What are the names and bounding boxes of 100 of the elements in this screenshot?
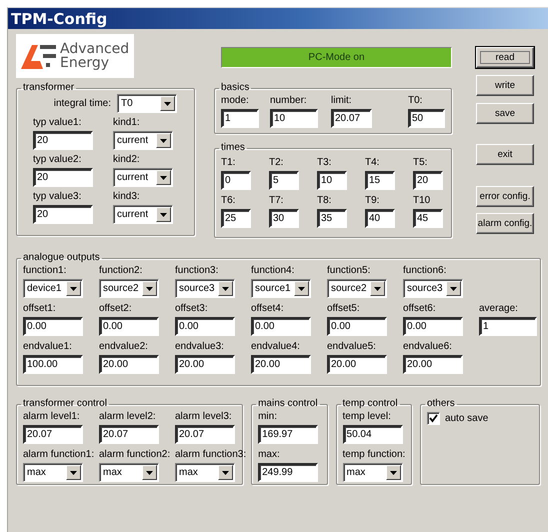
input-field[interactable]: 20: [33, 131, 93, 150]
field-label: integral time:: [54, 97, 111, 110]
input-field[interactable]: 0.00: [175, 317, 235, 336]
input-field[interactable]: 15: [365, 171, 395, 190]
dropdown[interactable]: source2: [327, 279, 387, 298]
input-field[interactable]: 20: [33, 168, 93, 187]
input-field[interactable]: 20.07: [331, 109, 372, 128]
field-label: min:: [258, 410, 278, 423]
field-label: typ value1:: [33, 116, 82, 129]
input-field[interactable]: 169.97: [258, 425, 318, 444]
input-field[interactable]: 1: [479, 317, 537, 336]
field-label: T7:: [269, 194, 284, 207]
input-field[interactable]: 0.00: [403, 317, 463, 336]
caret-icon: [222, 286, 229, 290]
status-indicator: PC-Mode on: [221, 47, 452, 68]
window-title: TPM-Config: [11, 10, 108, 28]
dropdown[interactable]: T0: [117, 94, 177, 113]
input-field[interactable]: 40: [365, 209, 395, 228]
input-field[interactable]: 20.07: [99, 425, 159, 444]
group-title: temp control: [342, 398, 399, 410]
dropdown[interactable]: max: [342, 463, 403, 482]
input-field[interactable]: 20.00: [175, 355, 235, 374]
push-button[interactable]: alarm config.: [476, 213, 534, 234]
dropdown[interactable]: current: [113, 168, 173, 187]
push-button[interactable]: save: [476, 103, 534, 124]
field-label: alarm level3:: [175, 410, 233, 423]
field-label: endvalue5:: [327, 340, 377, 353]
dropdown[interactable]: max: [99, 463, 159, 482]
input-field[interactable]: 30: [269, 209, 299, 228]
field-label: number:: [270, 94, 308, 107]
field-label: alarm level2:: [99, 410, 157, 423]
group-title: basics: [220, 82, 250, 94]
group-title: transformer: [22, 82, 76, 94]
input-field[interactable]: 0.00: [327, 317, 387, 336]
caret-icon: [160, 138, 167, 142]
group-title: mains control: [257, 398, 319, 410]
field-label: function3:: [175, 264, 220, 277]
field-label: average:: [479, 302, 519, 315]
checkbox[interactable]: [426, 412, 440, 425]
input-field[interactable]: 50.04: [342, 425, 403, 444]
dropdown[interactable]: current: [113, 131, 173, 150]
input-field[interactable]: 20.00: [99, 355, 159, 374]
input-field[interactable]: 20.07: [175, 425, 235, 444]
push-button[interactable]: read: [476, 47, 534, 68]
field-label: function4:: [251, 264, 296, 277]
input-field[interactable]: 45: [413, 209, 443, 228]
dropdown[interactable]: max: [175, 463, 235, 482]
field-label: offset1:: [23, 302, 57, 315]
field-label: temp function:: [342, 448, 406, 461]
input-field[interactable]: 100.00: [23, 355, 83, 374]
field-label: T0:: [408, 94, 424, 107]
dropdown[interactable]: source3: [403, 279, 463, 298]
field-label: typ value3:: [33, 190, 82, 203]
input-field[interactable]: 0: [221, 171, 251, 190]
group-title: transformer control: [22, 398, 108, 410]
dropdown[interactable]: current: [113, 205, 173, 224]
input-field[interactable]: 1: [221, 109, 259, 128]
field-label: kind3:: [113, 190, 141, 203]
input-field[interactable]: 249.99: [258, 463, 318, 482]
input-field[interactable]: 20.00: [327, 355, 387, 374]
field-label: T6:: [221, 194, 236, 207]
push-button[interactable]: error config.: [476, 186, 534, 207]
field-label: T5:: [413, 156, 428, 169]
input-field[interactable]: 20.00: [403, 355, 463, 374]
field-label: offset6:: [403, 302, 437, 315]
caret-icon: [390, 470, 397, 474]
field-label: alarm function3:: [175, 448, 248, 461]
field-label: T10: [413, 194, 432, 207]
input-field[interactable]: 50: [408, 109, 445, 128]
input-field[interactable]: 10: [270, 109, 318, 128]
push-button[interactable]: write: [476, 75, 534, 96]
input-field[interactable]: 20.07: [23, 425, 83, 444]
dropdown[interactable]: source2: [99, 279, 159, 298]
input-field[interactable]: 25: [221, 209, 251, 228]
input-field[interactable]: 10: [317, 171, 347, 190]
input-field[interactable]: 0.00: [23, 317, 83, 336]
caret-icon: [222, 470, 229, 474]
group-title: analogue outputs: [22, 252, 101, 264]
input-field[interactable]: 0.00: [99, 317, 159, 336]
field-label: max:: [258, 448, 281, 461]
input-field[interactable]: 20.00: [251, 355, 311, 374]
field-label: function2:: [99, 264, 144, 277]
logo-text: Advanced Energy: [60, 42, 130, 70]
push-button[interactable]: exit: [476, 144, 534, 165]
dropdown[interactable]: device1: [23, 279, 83, 298]
field-label: typ value2:: [33, 153, 82, 166]
caret-icon: [160, 212, 167, 216]
field-label: function5:: [327, 264, 372, 277]
field-label: kind2:: [113, 153, 141, 166]
dropdown[interactable]: source3: [175, 279, 235, 298]
input-field[interactable]: 35: [317, 209, 347, 228]
dropdown[interactable]: source1: [251, 279, 311, 298]
input-field[interactable]: 20: [33, 205, 93, 224]
field-label: kind1:: [113, 116, 141, 129]
dropdown[interactable]: max: [23, 463, 83, 482]
field-label: offset2:: [99, 302, 133, 315]
field-label: offset5:: [327, 302, 361, 315]
input-field[interactable]: 20: [413, 171, 443, 190]
input-field[interactable]: 0.00: [251, 317, 311, 336]
input-field[interactable]: 5: [269, 171, 299, 190]
